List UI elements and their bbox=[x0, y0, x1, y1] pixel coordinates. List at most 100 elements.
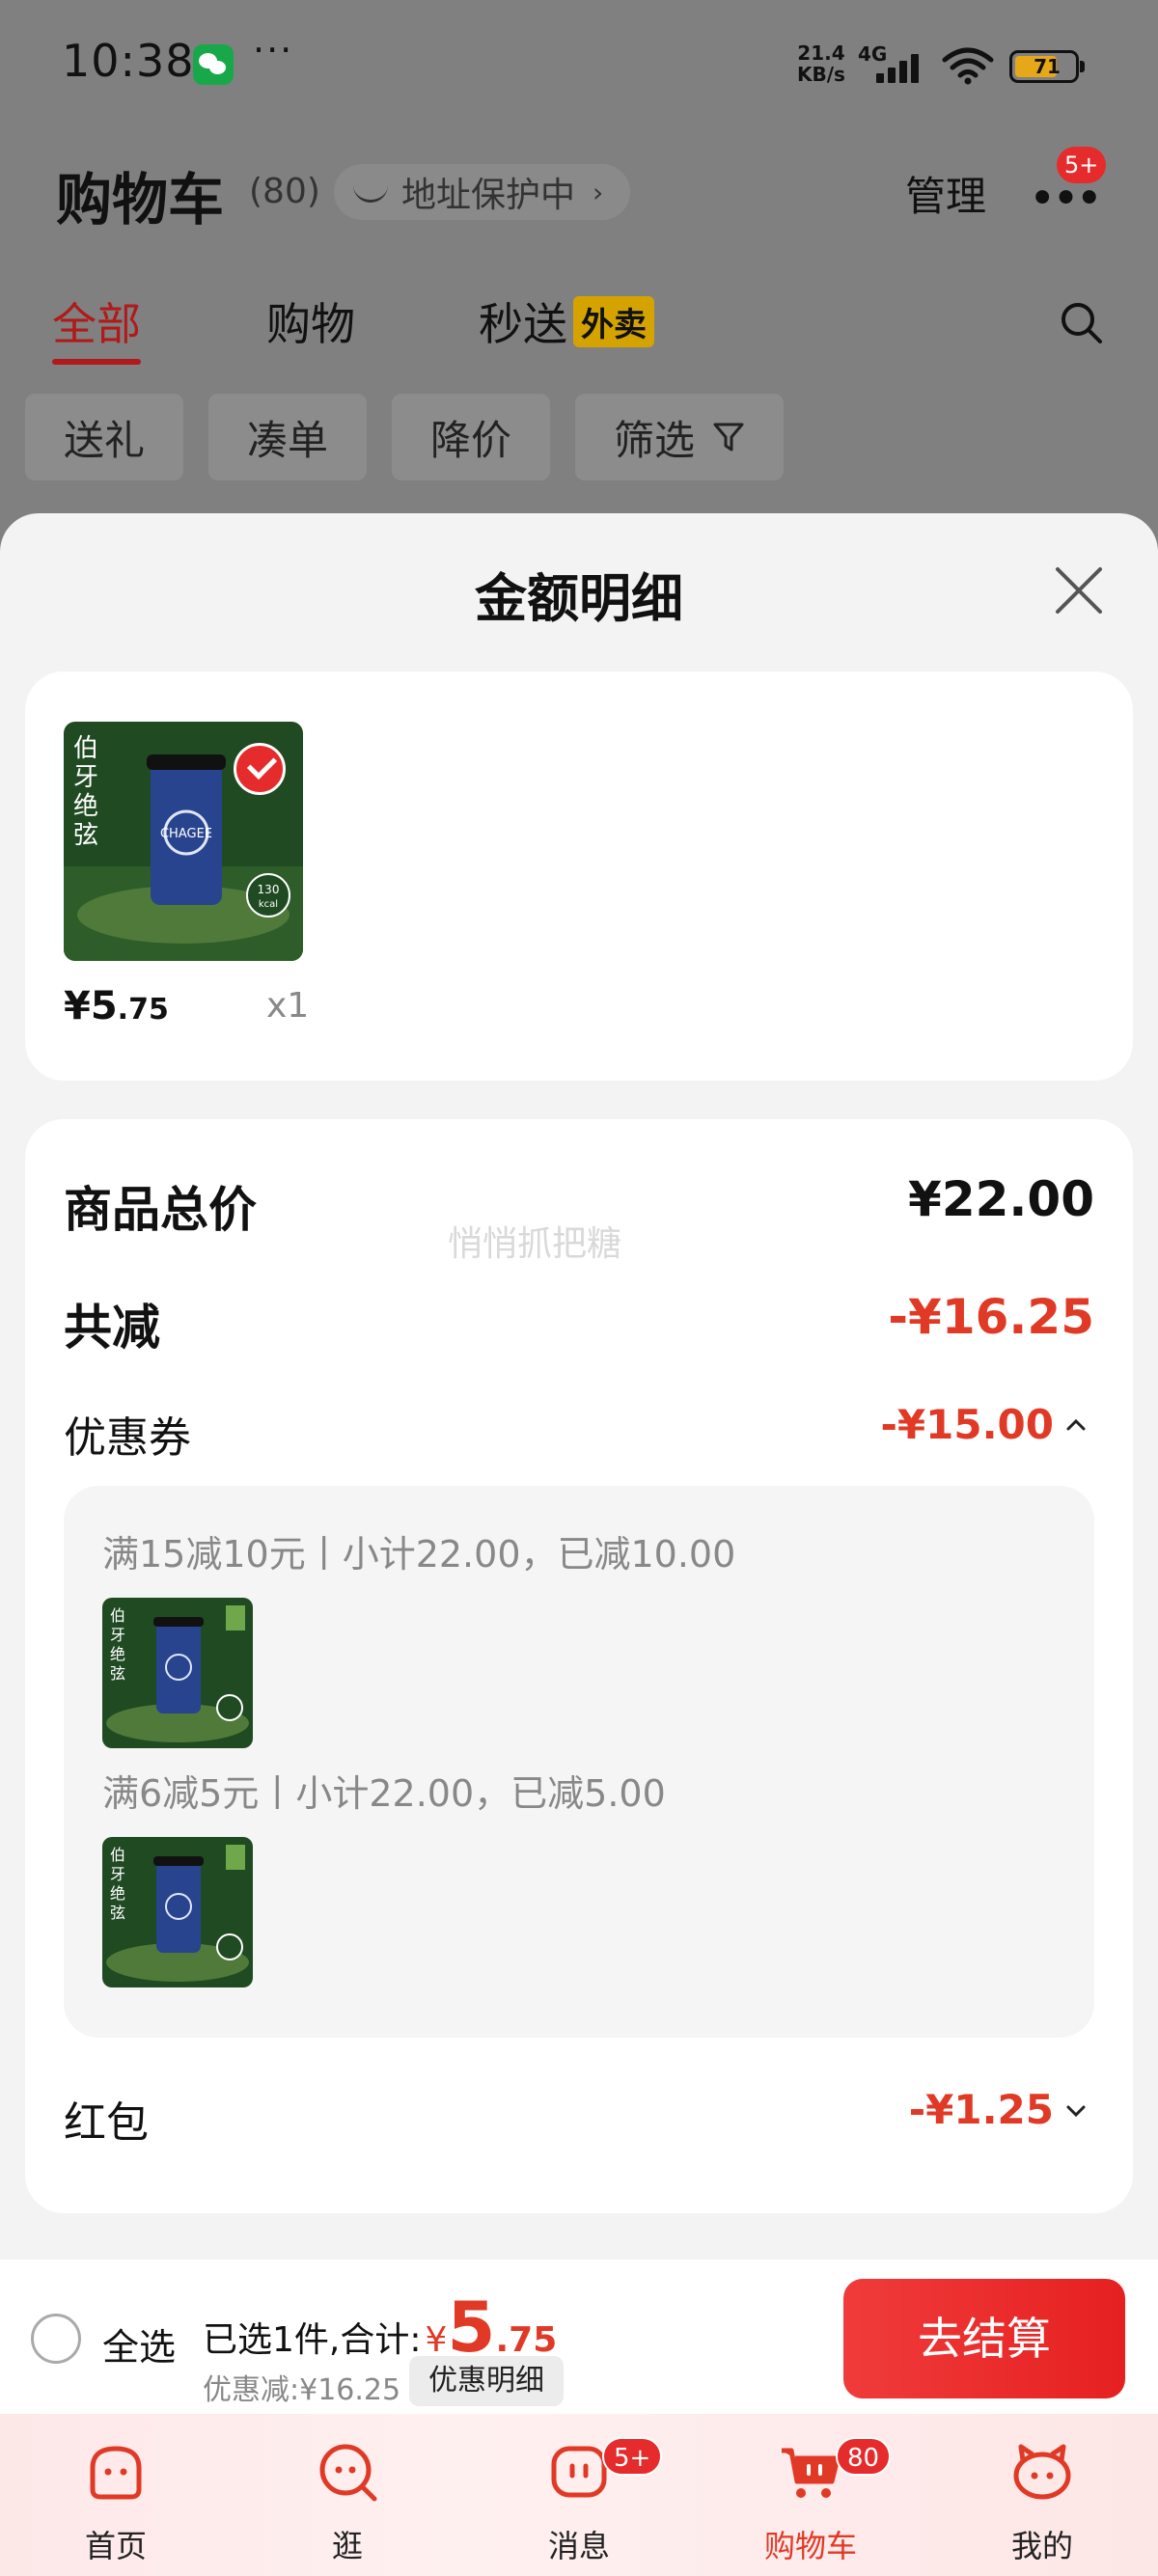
wechat-icon bbox=[193, 44, 234, 85]
cart-icon bbox=[782, 2448, 841, 2498]
status-time: 10:38 bbox=[62, 35, 195, 87]
selected-products-card: CHAGEE 伯 牙 绝 弦 130 kcal ¥5.75 x1 bbox=[25, 671, 1133, 1081]
chip-bundle[interactable]: 凑单 bbox=[208, 394, 368, 480]
coupon-2-product-image-art: 伯 牙 绝 弦 bbox=[102, 1837, 253, 1987]
coupon-2-image-text-4: 弦 bbox=[110, 1904, 125, 1922]
product-price-dec: .75 bbox=[117, 993, 169, 1027]
message-icon bbox=[551, 2446, 607, 2498]
discount-detail-button[interactable]: 优惠明细 bbox=[409, 2356, 564, 2406]
network-speed-value: 21.4 bbox=[797, 41, 845, 65]
delivery-badge: 外卖 bbox=[573, 296, 654, 347]
coupon-2-product-image: 伯 牙 绝 弦 bbox=[102, 1837, 253, 1987]
product-image-text-4: 弦 bbox=[73, 821, 98, 850]
coupon-2-image-text-1: 伯 bbox=[110, 1846, 125, 1864]
coupon-2-image-text-3: 绝 bbox=[110, 1884, 125, 1903]
chip-gift[interactable]: 送礼 bbox=[25, 394, 184, 480]
signal-icon bbox=[876, 52, 926, 83]
filter-chips: 送礼 凑单 降价 筛选 bbox=[25, 394, 785, 480]
tabbar-messages[interactable]: 5+ 消息 bbox=[463, 2414, 695, 2576]
tabbar-home[interactable]: 首页 bbox=[0, 2414, 232, 2576]
home-icon bbox=[90, 2446, 142, 2500]
chevron-right-icon: › bbox=[593, 176, 604, 208]
tab-instant-delivery[interactable]: 秒送 外卖 bbox=[479, 289, 654, 353]
price-summary-card: 悄悄抓把糖 商品总价 ¥22.00 共减 -¥16.25 优惠券 -¥15.00… bbox=[25, 1119, 1133, 2213]
tab-active-indicator bbox=[52, 359, 141, 365]
search-icon[interactable] bbox=[1058, 299, 1104, 345]
total-int: 5 bbox=[447, 2287, 496, 2368]
select-all-checkbox[interactable] bbox=[31, 2314, 81, 2364]
tabbar-browse[interactable]: 逛 bbox=[232, 2414, 463, 2576]
total-price-label: 商品总价 bbox=[64, 1182, 257, 1238]
selected-count-text: 已选1件,合计: bbox=[203, 2320, 422, 2360]
messages-badge: 5+ bbox=[602, 2437, 663, 2476]
tab-all[interactable]: 全部 bbox=[52, 289, 141, 353]
network-speed-unit: KB/s bbox=[797, 63, 845, 86]
address-protection-icon bbox=[353, 181, 388, 203]
network-speed: 21.4 KB/s bbox=[797, 42, 845, 85]
chevron-down-icon bbox=[1066, 2105, 1086, 2117]
total-currency: ¥ bbox=[425, 2320, 448, 2360]
coupon-1-product-image: 伯 牙 绝 弦 bbox=[102, 1598, 253, 1748]
checkout-bar: 全选 已选1件,合计: ¥ 5 .75 优惠减:¥16.25 优惠明细 去结算 bbox=[0, 2260, 1158, 2414]
battery-icon: 71 bbox=[1009, 50, 1085, 83]
total-reduce-label: 共减 bbox=[64, 1300, 160, 1356]
chip-price-drop[interactable]: 降价 bbox=[392, 394, 551, 480]
product-image[interactable]: CHAGEE 伯 牙 绝 弦 130 kcal bbox=[64, 722, 303, 961]
page-title: 购物车 bbox=[56, 167, 225, 233]
coupon-1-image-text-1: 伯 bbox=[110, 1606, 125, 1625]
select-all-label[interactable]: 全选 bbox=[102, 2317, 176, 2370]
coupon-toggle[interactable]: -¥15.00 bbox=[880, 1401, 1087, 1448]
red-packet-toggle[interactable]: -¥1.25 bbox=[909, 2086, 1087, 2133]
bottom-tab-bar: 首页 逛 5+ 消息 80 购物车 我的 bbox=[0, 2414, 1158, 2576]
amount-detail-sheet: 金额明细 CHAGEE 伯 牙 绝 弦 130 kcal ¥5.75 x1 悄悄… bbox=[0, 513, 1158, 2414]
cart-badge: 80 bbox=[836, 2437, 892, 2476]
coupon-1-image-text-3: 绝 bbox=[110, 1645, 125, 1663]
checkout-button[interactable]: 去结算 bbox=[843, 2279, 1125, 2398]
red-packet-value: -¥1.25 bbox=[908, 2086, 1054, 2133]
product-quantity: x1 bbox=[266, 986, 310, 1026]
tabbar-profile-label: 我的 bbox=[1010, 2528, 1073, 2564]
cart-tabs: 全部 购物 秒送 外卖 bbox=[0, 289, 1158, 367]
sheet-title: 金额明细 bbox=[475, 568, 683, 629]
coupon-1-product-image-art: 伯 牙 绝 弦 bbox=[102, 1598, 253, 1748]
chevron-up-icon bbox=[1066, 1418, 1086, 1430]
tabbar-messages-label: 消息 bbox=[547, 2528, 610, 2564]
manage-button[interactable]: 管理 bbox=[905, 164, 986, 223]
tab-instant-delivery-label: 秒送 bbox=[479, 298, 567, 350]
tabbar-home-label: 首页 bbox=[84, 2528, 147, 2564]
product-image-kcal: 130 bbox=[258, 883, 280, 896]
chip-filter-label: 筛选 bbox=[614, 416, 696, 464]
coupon-value: -¥15.00 bbox=[880, 1401, 1054, 1448]
battery-level: 71 bbox=[1034, 55, 1061, 78]
tabbar-profile[interactable]: 我的 bbox=[926, 2414, 1158, 2576]
product-image-text-1: 伯 bbox=[73, 734, 98, 763]
address-protection-button[interactable]: 地址保护中 › bbox=[334, 164, 631, 220]
coupon-1-image-text-4: 弦 bbox=[110, 1664, 125, 1683]
product-image-text-2: 牙 bbox=[73, 763, 98, 792]
cart-count: (80) bbox=[249, 172, 320, 211]
close-icon[interactable] bbox=[1052, 563, 1106, 617]
coupon-2-image-text-2: 牙 bbox=[110, 1865, 125, 1883]
coupon-details: 满15减10元丨小计22.00，已减10.00 伯 牙 绝 弦 满6减5元丨小计… bbox=[64, 1486, 1094, 2038]
profile-icon bbox=[1013, 2444, 1071, 2500]
product-price-int: ¥5 bbox=[64, 984, 118, 1028]
total-reduce-value: -¥16.25 bbox=[888, 1289, 1094, 1345]
selected-check-icon bbox=[234, 743, 286, 795]
product-price: ¥5.75 bbox=[64, 984, 169, 1028]
chip-filter[interactable]: 筛选 bbox=[575, 394, 785, 480]
cart-page-background: 10:38 ··· 21.4 KB/s 4G 71 购物车 (80) 地址保护中… bbox=[0, 0, 1158, 540]
product-image-brand: CHAGEE bbox=[160, 827, 212, 841]
tabbar-cart-label: 购物车 bbox=[763, 2528, 857, 2564]
filter-icon bbox=[713, 423, 744, 452]
tab-shopping[interactable]: 购物 bbox=[266, 289, 355, 353]
address-protection-label: 地址保护中 bbox=[401, 176, 576, 215]
status-more: ··· bbox=[253, 29, 294, 71]
discount-text: 优惠减:¥16.25 bbox=[203, 2373, 401, 2407]
total-price-value: ¥22.00 bbox=[908, 1171, 1094, 1227]
coupon-line-1: 满15减10元丨小计22.00，已减10.00 bbox=[102, 1533, 736, 1576]
coupon-1-image-text-2: 牙 bbox=[110, 1626, 125, 1644]
product-image-kcal-unit: kcal bbox=[259, 899, 278, 910]
tabbar-cart[interactable]: 80 购物车 bbox=[695, 2414, 926, 2576]
total-summary: 已选1件,合计: ¥ 5 .75 bbox=[203, 2287, 557, 2368]
tabbar-browse-label: 逛 bbox=[331, 2528, 363, 2564]
